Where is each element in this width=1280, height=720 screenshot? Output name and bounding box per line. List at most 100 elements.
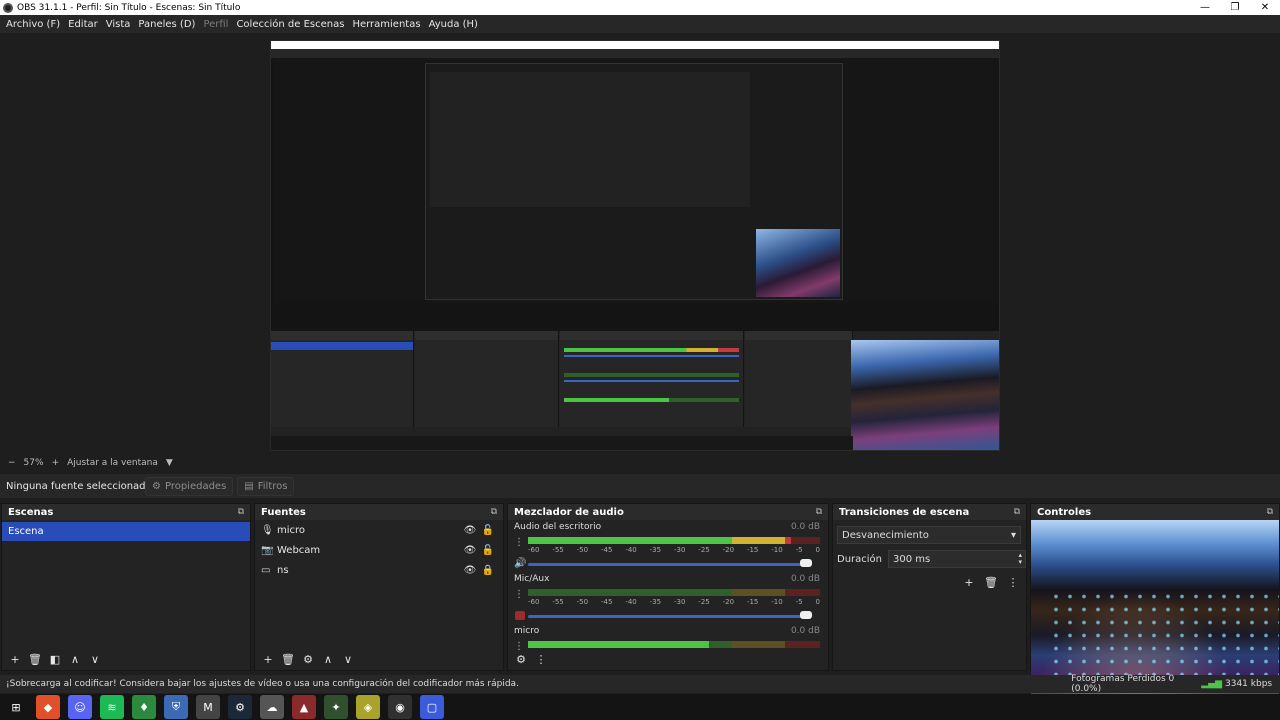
properties-button[interactable]: ⚙ Propiedades	[145, 476, 234, 496]
volume-slider[interactable]	[528, 563, 808, 566]
lock-icon[interactable]: 🔓	[479, 525, 497, 536]
close-button[interactable]: ✕	[1250, 0, 1280, 15]
spin-arrows-icon[interactable]: ▴ ▾	[1018, 552, 1025, 566]
undock-icon[interactable]: ⧉	[1014, 507, 1020, 517]
minimize-button[interactable]: —	[1190, 0, 1220, 15]
transitions-dock-header: Transiciones de escena ⧉	[833, 504, 1026, 520]
visibility-eye-icon[interactable]: 👁	[461, 525, 479, 536]
source-item-ns[interactable]: ▭ ns 👁 🔒	[255, 560, 503, 580]
advanced-audio-gear-icon[interactable]: ⚙	[512, 651, 530, 667]
visibility-eye-icon[interactable]: 👁	[461, 545, 479, 556]
meter-tick-label: -55	[552, 598, 564, 606]
obs-logo-icon	[3, 2, 13, 13]
zoom-fit-label[interactable]: Ajustar a la ventana	[67, 458, 158, 468]
meter-tick-label: -35	[649, 598, 662, 606]
menu-ayuda[interactable]: Ayuda (H)	[425, 19, 482, 30]
game-app-icon[interactable]: ▲	[292, 695, 316, 719]
preview-area[interactable]	[0, 33, 1280, 456]
move-up-icon[interactable]: ∧	[66, 651, 84, 667]
source-item-micro[interactable]: 🎙 micro 👁 🔓	[255, 520, 503, 540]
mixer-menu-icon[interactable]: ⋮	[532, 651, 550, 667]
muted-speaker-icon[interactable]	[515, 611, 525, 620]
m-app-icon[interactable]: M	[196, 695, 220, 719]
volume-slider[interactable]	[528, 615, 808, 618]
meter-tick-label: -60	[528, 546, 540, 554]
delete-source-icon[interactable]: 🗑	[279, 651, 297, 667]
menu-herramientas[interactable]: Herramientas	[348, 19, 424, 30]
volume-knob[interactable]	[800, 559, 812, 567]
menu-editar[interactable]: Editar	[64, 19, 102, 30]
add-source-button[interactable]: +	[259, 651, 277, 667]
filters-button[interactable]: ▤ Filtros	[237, 476, 295, 496]
duration-row: Duración 300 ms ▴ ▾	[837, 550, 1026, 568]
duration-spinbox[interactable]: 300 ms ▴ ▾	[888, 550, 1026, 568]
move-down-icon[interactable]: ∨	[86, 651, 104, 667]
windows-taskbar: ⊞ ◆ ☺ ≋ ♦ ⛨ M ⚙ ☁ ▲ ✦ ◈ ◉ ▢	[0, 694, 1280, 720]
menu-coleccion-escenas[interactable]: Colección de Escenas	[232, 19, 348, 30]
meter-tick-label: -50	[576, 546, 589, 554]
transitions-toolbar: + 🗑 ⋮	[960, 574, 1022, 590]
scene-filters-icon[interactable]: ◧	[46, 651, 64, 667]
move-up-icon[interactable]: ∧	[319, 651, 337, 667]
zoom-out-button[interactable]: −	[8, 458, 16, 468]
obs-icon[interactable]: ◉	[388, 695, 412, 719]
discord-icon[interactable]: ☺	[68, 695, 92, 719]
delete-transition-icon[interactable]: 🗑	[982, 574, 1000, 590]
move-down-icon[interactable]: ∨	[339, 651, 357, 667]
delete-scene-icon[interactable]: 🗑	[26, 651, 44, 667]
controls-dock-header: Controles ⧉	[1031, 504, 1279, 520]
visibility-eye-icon[interactable]: 👁	[461, 565, 479, 576]
steam-icon[interactable]: ⚙	[228, 695, 252, 719]
lock-icon[interactable]: 🔒	[479, 565, 497, 576]
windows-start-icon[interactable]: ⊞	[4, 695, 28, 719]
valorant-app-icon[interactable]: ✦	[324, 695, 348, 719]
speaker-icon[interactable]: 🔊	[514, 558, 526, 569]
add-transition-button[interactable]: +	[960, 574, 978, 590]
scene-item[interactable]: Escena	[2, 522, 250, 541]
meter-tick-label: -10	[771, 598, 783, 606]
menu-perfil[interactable]: Perfil	[199, 19, 232, 30]
shield-app-icon[interactable]: ⛨	[164, 695, 188, 719]
volume-knob[interactable]	[800, 611, 812, 619]
transition-menu-icon[interactable]: ⋮	[1004, 574, 1022, 590]
add-scene-button[interactable]: +	[6, 651, 24, 667]
brave-icon[interactable]: ◆	[36, 695, 60, 719]
transition-select[interactable]: Desvanecimiento ▾	[837, 526, 1021, 544]
meter-tick-label: -30	[673, 598, 686, 606]
channel-menu-icon[interactable]: ⋮	[514, 537, 524, 548]
volume-meter: ⋮-60-55-50-45-40-35-30-25-20-15-10-50	[514, 535, 820, 559]
blue-app-icon[interactable]: ▢	[420, 695, 444, 719]
menu-paneles[interactable]: Paneles (D)	[134, 19, 199, 30]
undock-icon[interactable]: ⧉	[816, 507, 822, 517]
spotify-icon[interactable]: ≋	[100, 695, 124, 719]
undock-icon[interactable]: ⧉	[238, 507, 244, 517]
zoom-dropdown-icon[interactable]: ▼	[166, 458, 173, 468]
properties-label: Propiedades	[164, 480, 227, 492]
context-bar: Ninguna fuente seleccionada ⚙ Propiedade…	[0, 474, 1280, 498]
source-properties-gear-icon[interactable]: ⚙	[299, 651, 317, 667]
channel-db: 0.0 dB	[790, 574, 820, 584]
channel-menu-icon[interactable]: ⋮	[514, 641, 524, 650]
cloud-app-icon[interactable]: ☁	[260, 695, 284, 719]
meter-tick-label: -40	[625, 598, 637, 606]
lock-icon[interactable]: 🔓	[479, 545, 497, 556]
maximize-button[interactable]: ❐	[1220, 0, 1250, 15]
preview-canvas[interactable]	[270, 40, 1000, 451]
menu-archivo[interactable]: Archivo (F)	[2, 19, 64, 30]
menu-vista[interactable]: Vista	[102, 19, 135, 30]
meter-tick-label: -60	[528, 598, 540, 606]
undock-icon[interactable]: ⧉	[1267, 507, 1273, 517]
yellow-app-icon[interactable]: ◈	[356, 695, 380, 719]
source-name: Webcam	[277, 544, 321, 556]
scenes-dock-header: Escenas ⧉	[2, 504, 250, 520]
channel-menu-icon[interactable]: ⋮	[514, 589, 524, 600]
zoom-in-button[interactable]: +	[52, 458, 60, 468]
meter-tick-label: -35	[649, 546, 662, 554]
undock-icon[interactable]: ⧉	[491, 507, 497, 517]
chevron-down-icon: ▾	[1010, 529, 1016, 541]
source-item-webcam[interactable]: 📷 Webcam 👁 🔓	[255, 540, 503, 560]
meter-tick-label: -40	[625, 546, 637, 554]
mic-app-icon[interactable]: ♦	[132, 695, 156, 719]
nested-dock-mixer	[560, 331, 744, 427]
level-bar	[528, 537, 820, 544]
